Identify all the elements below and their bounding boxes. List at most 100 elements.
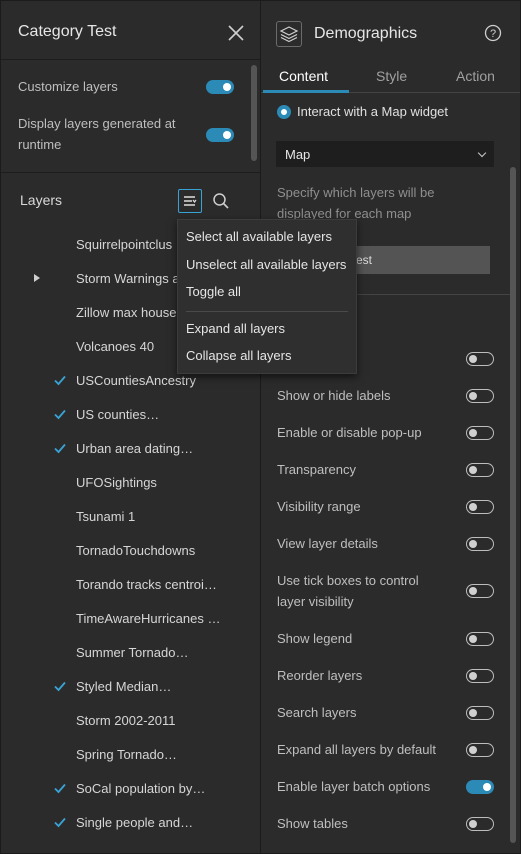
widget-title: Demographics bbox=[314, 25, 418, 42]
menu-item-unselect-all[interactable]: Unselect all available layers bbox=[186, 257, 346, 272]
layer-row[interactable]: Single people and… bbox=[1, 806, 251, 840]
layer-name: Storm Warnings a bbox=[76, 271, 180, 286]
map-select-value: Map bbox=[285, 147, 311, 162]
customize-layers-toggle[interactable] bbox=[206, 80, 234, 94]
setting-toggle[interactable] bbox=[466, 537, 494, 551]
layer-name: Styled Median… bbox=[76, 679, 172, 694]
layer-row[interactable]: Storm 2002-2011 bbox=[1, 704, 251, 738]
checkmark-icon[interactable] bbox=[53, 679, 67, 693]
menu-item-select-all[interactable]: Select all available layers bbox=[186, 229, 332, 244]
setting-toggle[interactable] bbox=[466, 584, 494, 598]
setting-label: Visibility range bbox=[277, 499, 361, 514]
panel-title: Category Test bbox=[18, 23, 117, 40]
layer-name: TimeAwareHurricanes … bbox=[76, 611, 221, 626]
map-select[interactable]: Map bbox=[276, 141, 494, 167]
tab-content[interactable]: Content bbox=[279, 68, 328, 84]
layer-name: SoCal population by… bbox=[76, 781, 206, 796]
layer-row[interactable]: Tsunami 1 bbox=[1, 500, 251, 534]
runtime-layers-label: Display layers generated at runtime bbox=[18, 116, 176, 152]
setting-toggle[interactable] bbox=[466, 500, 494, 514]
layers-heading: Layers bbox=[20, 192, 63, 208]
setting-label: Show tables bbox=[277, 816, 348, 831]
widget-settings-panel: Demographics ? Content Style Action Inte… bbox=[261, 1, 520, 853]
settings-tabs: Content Style Action bbox=[261, 61, 520, 93]
checkmark-icon[interactable] bbox=[53, 441, 67, 455]
setting-toggle[interactable] bbox=[466, 352, 494, 366]
setting-toggle[interactable] bbox=[466, 463, 494, 477]
setting-toggle[interactable] bbox=[466, 669, 494, 683]
map-widget-radio-label: Interact with a Map widget bbox=[297, 104, 449, 119]
setting-label: View layer details bbox=[277, 536, 378, 551]
layers-hint-text: Specify which layers will be displayed f… bbox=[277, 185, 435, 221]
checkmark-icon[interactable] bbox=[53, 407, 67, 421]
layers-stack-icon bbox=[276, 21, 302, 47]
map-layers-button-label: est bbox=[356, 253, 373, 267]
tab-action[interactable]: Action bbox=[456, 68, 495, 84]
layer-list-settings-panel: Category Test Customize layers Display l… bbox=[1, 1, 260, 853]
setting-toggle[interactable] bbox=[466, 743, 494, 757]
setting-label: Show legend bbox=[277, 631, 353, 646]
layer-name: Storm 2002-2011 bbox=[76, 713, 176, 728]
list-settings-icon bbox=[184, 196, 197, 206]
setting-label: Show or hide labels bbox=[277, 388, 391, 403]
active-tab-indicator bbox=[263, 90, 349, 93]
setting-label: Transparency bbox=[277, 462, 356, 477]
checkmark-icon[interactable] bbox=[53, 373, 67, 387]
layer-row[interactable]: Summer Tornado… bbox=[1, 636, 251, 670]
layer-name: Zillow max house bbox=[76, 305, 177, 320]
setting-label: Enable layer batch options bbox=[277, 779, 431, 794]
layer-row[interactable]: Styled Median… bbox=[1, 670, 251, 704]
setting-toggle[interactable] bbox=[466, 817, 494, 831]
chevron-down-icon bbox=[477, 148, 487, 158]
batch-options-menu: Select all available layers Unselect all… bbox=[177, 219, 357, 374]
runtime-layers-toggle[interactable] bbox=[206, 128, 234, 142]
layer-row[interactable]: TimeAwareHurricanes … bbox=[1, 602, 251, 636]
header-divider bbox=[1, 59, 260, 60]
layer-name: UFOSightings bbox=[76, 475, 157, 490]
layer-name: Spring Tornado… bbox=[76, 747, 177, 762]
checkmark-icon[interactable] bbox=[53, 815, 67, 829]
map-widget-radio[interactable] bbox=[277, 105, 291, 119]
setting-toggle[interactable] bbox=[466, 632, 494, 646]
layer-name: Squirrelpointclus bbox=[76, 237, 173, 252]
layer-name: US counties… bbox=[76, 407, 160, 422]
layer-name: Volcanoes 40 bbox=[76, 339, 155, 354]
setting-label: Use tick boxes to control layer visibili… bbox=[277, 573, 419, 609]
layer-row[interactable]: SoCal population by… bbox=[1, 772, 251, 806]
layer-name: USCountiesAncestry bbox=[76, 373, 196, 388]
layer-row[interactable]: UFOSightings bbox=[1, 466, 251, 500]
customize-layers-label: Customize layers bbox=[18, 79, 118, 94]
right-scrollbar[interactable] bbox=[510, 167, 516, 843]
menu-divider bbox=[186, 311, 348, 312]
expand-caret-icon[interactable] bbox=[34, 274, 40, 282]
svg-text:?: ? bbox=[490, 28, 496, 40]
layer-name: Summer Tornado… bbox=[76, 645, 189, 660]
menu-item-collapse-all[interactable]: Collapse all layers bbox=[186, 348, 292, 363]
left-scrollbar[interactable] bbox=[251, 65, 257, 161]
search-icon[interactable] bbox=[212, 192, 230, 210]
help-icon[interactable]: ? bbox=[484, 24, 502, 42]
setting-label: Reorder layers bbox=[277, 668, 363, 683]
setting-toggle[interactable] bbox=[466, 389, 494, 403]
layer-name: Single people and… bbox=[76, 815, 194, 830]
section-divider bbox=[1, 172, 260, 173]
setting-label: Search layers bbox=[277, 705, 357, 720]
setting-label: Enable or disable pop-up bbox=[277, 425, 422, 440]
batch-options-button[interactable] bbox=[178, 189, 202, 213]
layer-name: Torando tracks centroi… bbox=[76, 577, 217, 592]
layer-row[interactable]: US counties… bbox=[1, 398, 251, 432]
menu-item-toggle-all[interactable]: Toggle all bbox=[186, 284, 241, 299]
layer-row[interactable]: TornadoTouchdowns bbox=[1, 534, 251, 568]
layer-row[interactable]: Urban area dating… bbox=[1, 432, 251, 466]
setting-toggle[interactable] bbox=[466, 706, 494, 720]
layer-row[interactable]: Spring Tornado… bbox=[1, 738, 251, 772]
layer-name: Tsunami 1 bbox=[76, 509, 136, 524]
menu-item-expand-all[interactable]: Expand all layers bbox=[186, 321, 285, 336]
setting-toggle[interactable] bbox=[466, 426, 494, 440]
close-icon[interactable] bbox=[227, 24, 245, 42]
layer-row[interactable]: Torando tracks centroi… bbox=[1, 568, 251, 602]
setting-toggle[interactable] bbox=[466, 780, 494, 794]
tab-style[interactable]: Style bbox=[376, 68, 407, 84]
checkmark-icon[interactable] bbox=[53, 781, 67, 795]
layer-name: TornadoTouchdowns bbox=[76, 543, 196, 558]
